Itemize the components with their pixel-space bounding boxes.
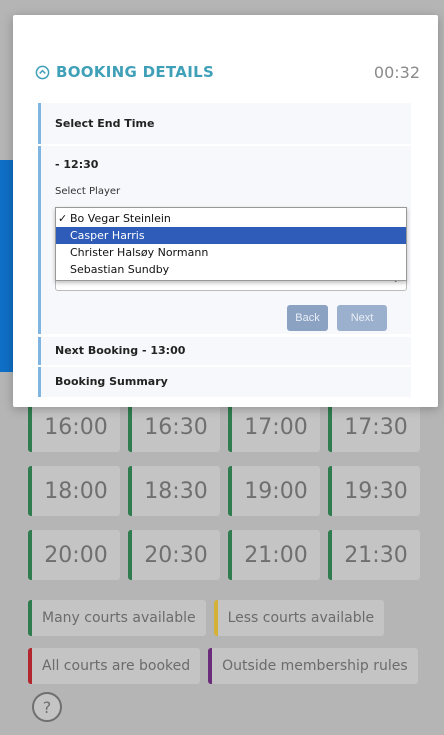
time-slot[interactable]: 17:30	[328, 402, 420, 452]
booking-details-modal: BOOKING DETAILS 00:32 Select End Time - …	[13, 15, 438, 407]
time-slot[interactable]: 18:30	[128, 466, 220, 516]
time-slot[interactable]: 21:00	[228, 530, 320, 580]
player-option[interactable]: Sebastian Sundby	[56, 261, 406, 278]
player-option[interactable]: Christer Halsøy Normann	[56, 244, 406, 261]
help-icon[interactable]: ?	[32, 692, 62, 722]
checkmark-icon: ✓	[58, 212, 68, 225]
time-slot[interactable]: 16:00	[28, 402, 120, 452]
step-select-end-time[interactable]: Select End Time	[38, 103, 411, 144]
time-slot[interactable]: 17:00	[228, 402, 320, 452]
step-label: Booking Summary	[55, 375, 168, 388]
step-booking-summary[interactable]: Booking Summary	[38, 367, 411, 397]
time-slot[interactable]: 19:00	[228, 466, 320, 516]
step-label: Select End Time	[55, 117, 155, 130]
step-time-label: - 12:30	[55, 158, 99, 171]
time-slot[interactable]: 18:00	[28, 466, 120, 516]
step-label: Next Booking - 13:00	[55, 344, 186, 357]
legend-all-booked: All courts are booked	[28, 648, 201, 684]
player-dropdown-list: ✓ Bo Vegar Steinlein Casper Harris Chris…	[55, 207, 407, 281]
time-slot[interactable]: 19:30	[328, 466, 420, 516]
modal-header: BOOKING DETAILS 00:32	[35, 63, 420, 87]
modal-title-text: BOOKING DETAILS	[56, 63, 215, 81]
legend-outside-rules: Outside membership rules	[208, 648, 418, 684]
time-slot[interactable]: 16:30	[128, 402, 220, 452]
countdown-timer: 00:32	[373, 63, 420, 82]
player-option-label: Christer Halsøy Normann	[70, 246, 209, 259]
select-player-label: Select Player	[55, 186, 121, 197]
clock-icon	[35, 65, 50, 79]
player-option-highlighted[interactable]: Casper Harris	[56, 227, 406, 244]
step-next-booking[interactable]: Next Booking - 13:00	[38, 337, 411, 365]
next-button[interactable]: Next	[337, 305, 387, 331]
player-option-label: Sebastian Sundby	[70, 263, 170, 276]
back-button[interactable]: Back	[287, 305, 328, 331]
time-slot-grid: 16:00 16:30 17:00 17:30 18:00 18:30 19:0…	[28, 402, 420, 580]
legend-row: Many courts available Less courts availa…	[28, 600, 385, 636]
legend-less-courts: Less courts available	[213, 600, 385, 636]
player-option[interactable]: ✓ Bo Vegar Steinlein	[56, 210, 406, 227]
step-select-player: - 12:30 Select Player ⇕ ⇕ ✓ Bo Vegar Ste…	[38, 146, 411, 334]
time-slot[interactable]: 20:30	[128, 530, 220, 580]
modal-title: BOOKING DETAILS	[35, 63, 214, 81]
time-slot[interactable]: 20:00	[28, 530, 120, 580]
legend-row: All courts are booked Outside membership…	[28, 648, 418, 684]
player-option-label: Casper Harris	[70, 229, 145, 242]
time-slot[interactable]: 21:30	[328, 530, 420, 580]
legend-many-courts: Many courts available	[28, 600, 206, 636]
player-option-label: Bo Vegar Steinlein	[70, 212, 171, 225]
